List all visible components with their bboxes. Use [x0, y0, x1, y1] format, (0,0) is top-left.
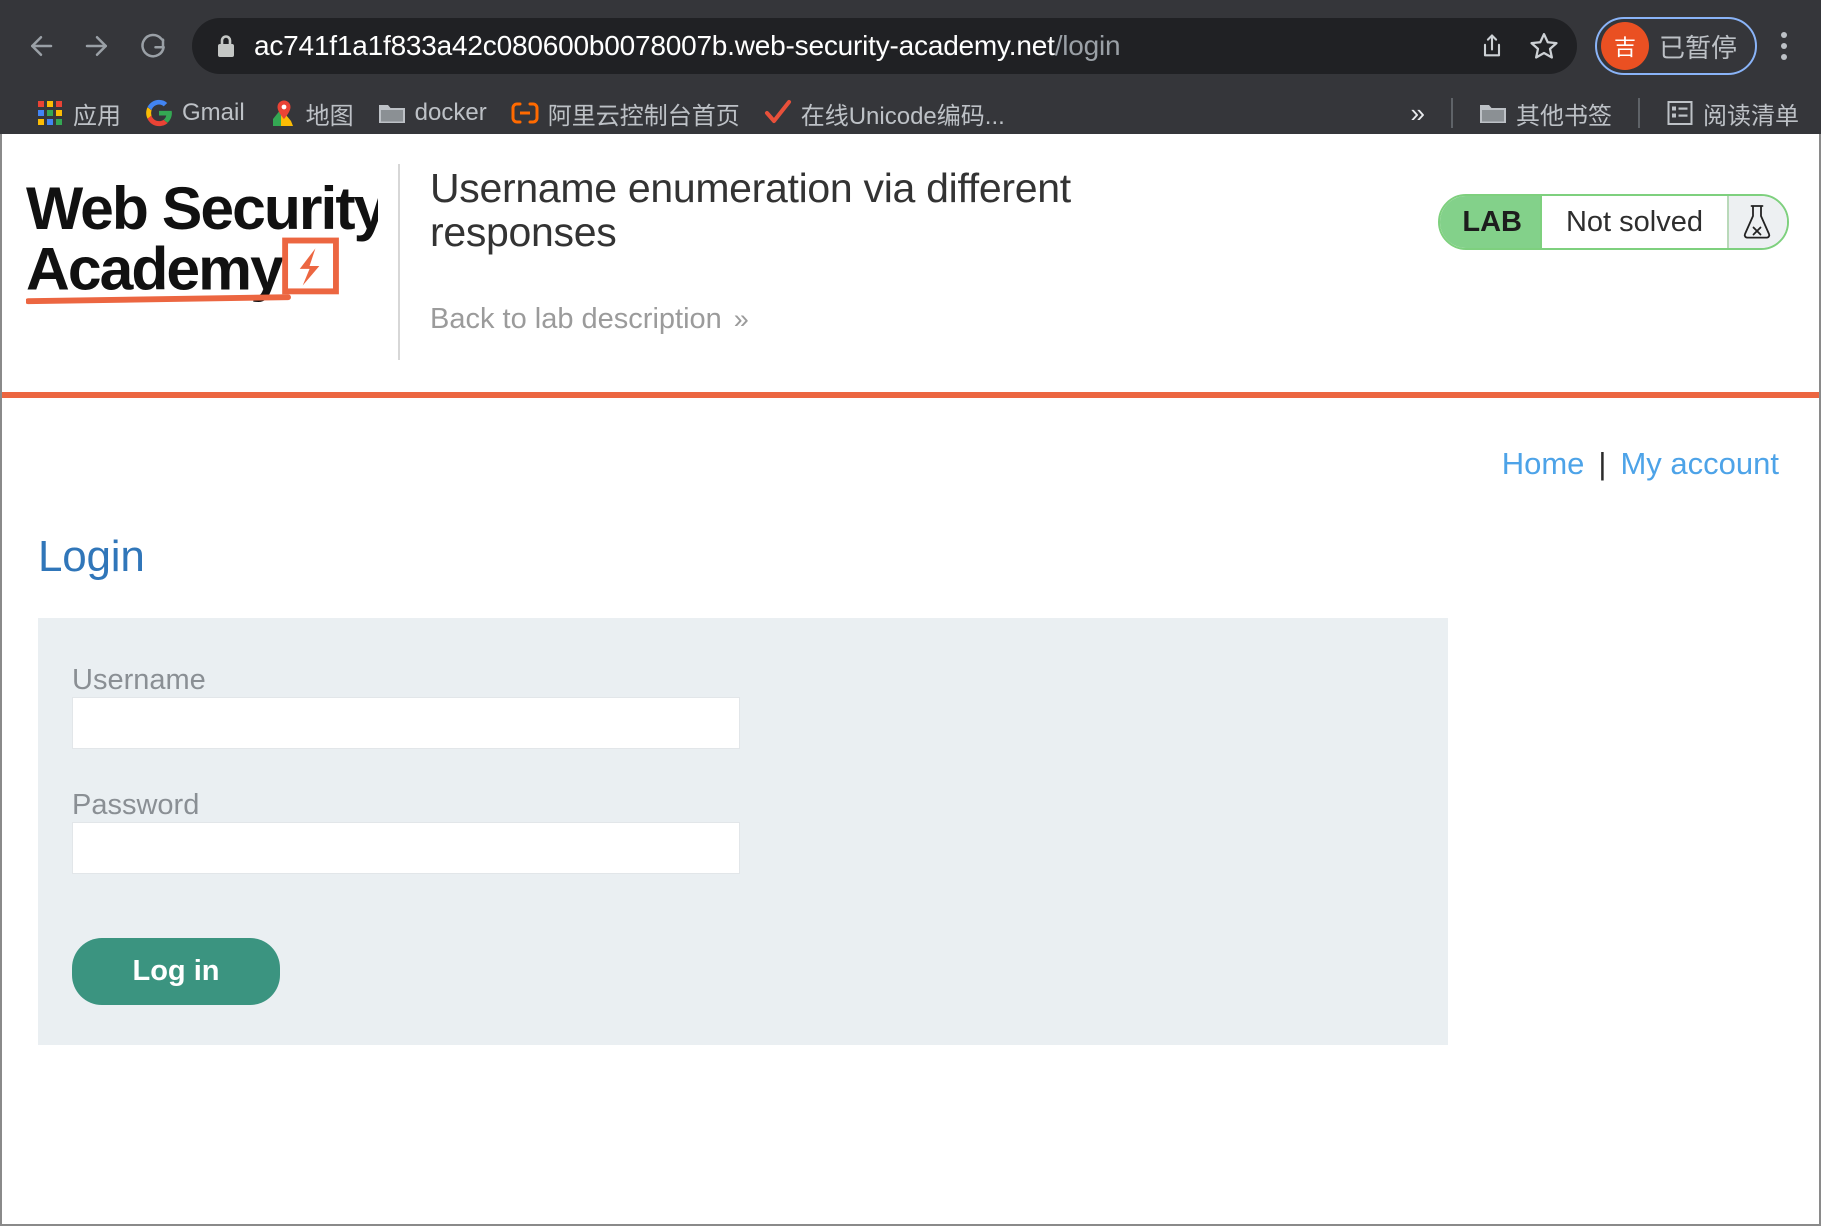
page-viewport: Web Security Academy Username enumeratio… [0, 134, 1821, 1226]
bookmark-label: 阿里云控制台首页 [548, 96, 740, 131]
logo-line-1: Web Security [26, 174, 378, 242]
account-nav: Home | My account [26, 398, 1795, 482]
lab-title-column: Username enumeration via different respo… [430, 160, 1438, 336]
flask-glyph [1741, 203, 1773, 241]
padlock-glyph [214, 32, 238, 60]
browser-toolbar: ac741f1a1f833a42c080600b0078007b.web-sec… [0, 0, 1821, 92]
forward-button[interactable] [74, 23, 120, 69]
navigation-buttons [18, 23, 176, 69]
share-icon[interactable] [1475, 29, 1509, 63]
bookmark-label: 在线Unicode编码... [801, 96, 1005, 131]
kebab-dot [1781, 54, 1787, 60]
flask-not-solved-icon [1727, 196, 1787, 248]
page-content: Home | My account Login Username Password … [2, 398, 1819, 1224]
gmail-icon [145, 99, 173, 127]
chrome-menu-button[interactable] [1765, 23, 1803, 69]
bookmark-label: 地图 [306, 96, 354, 131]
bookmark-label: 应用 [73, 96, 121, 131]
kebab-dot [1781, 43, 1787, 49]
status-badge-state: Not solved [1540, 196, 1727, 248]
bookmark-unicode[interactable]: 在线Unicode编码... [752, 92, 1017, 135]
chevron-right-icon: » [734, 304, 749, 335]
header-divider [398, 164, 400, 360]
web-security-academy-logo-glyph: Web Security Academy [26, 168, 378, 315]
reload-icon [138, 31, 168, 61]
username-field-group: Username [72, 664, 1448, 749]
bookmark-maps[interactable]: 地图 [257, 92, 366, 135]
gmail-glyph [145, 99, 173, 127]
lab-status-area: LAB Not solved [1438, 160, 1795, 250]
back-arrow-icon [26, 31, 56, 61]
other-bookmarks-button[interactable]: 其他书签 [1467, 92, 1624, 135]
profile-button[interactable]: 吉 已暂停 [1595, 17, 1757, 75]
page-title: Username enumeration via different respo… [430, 166, 1220, 255]
back-to-lab-description-link[interactable]: Back to lab description » [430, 303, 749, 336]
aliyun-icon [511, 99, 539, 127]
username-label: Username [72, 664, 206, 696]
nav-separator: | [1598, 446, 1606, 481]
back-button[interactable] [18, 23, 64, 69]
browser-window: ac741f1a1f833a42c080600b0078007b.web-sec… [0, 0, 1821, 1228]
url-host: ac741f1a1f833a42c080600b0078007b.web-sec… [254, 30, 1055, 61]
folder-icon [1479, 99, 1507, 127]
bookmarks-bar: 应用 Gmail 地图 [0, 92, 1821, 134]
reading-list-icon [1666, 99, 1694, 127]
profile-status-label: 已暂停 [1659, 28, 1737, 65]
my-account-link[interactable]: My account [1620, 446, 1779, 481]
address-bar[interactable]: ac741f1a1f833a42c080600b0078007b.web-sec… [192, 18, 1577, 74]
omnibox-actions [1475, 29, 1561, 63]
apps-grid-glyph [38, 101, 62, 125]
other-bookmarks-label: 其他书签 [1516, 96, 1612, 131]
checkmark-glyph [764, 99, 792, 127]
login-form: Username Password Log in [38, 618, 1448, 1045]
reload-button[interactable] [130, 23, 176, 69]
password-input[interactable] [72, 822, 740, 874]
checkmark-icon [764, 99, 792, 127]
bookmark-label: docker [415, 99, 487, 127]
status-badge-tag: LAB [1440, 196, 1540, 248]
folder-glyph [378, 101, 406, 125]
username-input[interactable] [72, 697, 740, 749]
site-logo[interactable]: Web Security Academy [26, 160, 386, 315]
back-to-lab-label: Back to lab description [430, 303, 722, 336]
bookmark-gmail[interactable]: Gmail [133, 95, 257, 131]
bookmarks-divider [1451, 98, 1453, 128]
site-header: Web Security Academy Username enumeratio… [2, 134, 1819, 374]
star-glyph [1529, 31, 1559, 61]
url-path: /login [1055, 30, 1121, 61]
bookmark-apps[interactable]: 应用 [24, 92, 133, 135]
reading-list-button[interactable]: 阅读清单 [1654, 92, 1811, 135]
aliyun-glyph [511, 99, 539, 127]
bookmark-docker[interactable]: docker [366, 95, 499, 131]
folder-icon [378, 99, 406, 127]
bookmarks-overflow-button[interactable]: » [1399, 98, 1437, 129]
login-submit-button[interactable]: Log in [72, 938, 280, 1005]
status-badge[interactable]: LAB Not solved [1438, 194, 1789, 250]
maps-pin-icon [269, 99, 297, 127]
lock-icon[interactable] [214, 32, 238, 60]
password-label: Password [72, 789, 199, 821]
password-field-group: Password [72, 789, 1448, 874]
url-text: ac741f1a1f833a42c080600b0078007b.web-sec… [254, 30, 1461, 62]
login-heading: Login [38, 532, 1795, 582]
bookmark-aliyun[interactable]: 阿里云控制台首页 [499, 92, 752, 135]
kebab-dot [1781, 32, 1787, 38]
reading-list-label: 阅读清单 [1703, 96, 1799, 131]
folder-glyph [1479, 101, 1507, 125]
logo-line-2: Academy [26, 234, 284, 302]
share-glyph [1478, 32, 1506, 60]
home-link[interactable]: Home [1502, 446, 1585, 481]
apps-grid-icon [36, 99, 64, 127]
avatar: 吉 [1601, 22, 1649, 70]
reading-list-glyph [1667, 100, 1693, 126]
bookmark-star-icon[interactable] [1527, 29, 1561, 63]
bookmark-label: Gmail [182, 99, 245, 127]
maps-pin-glyph [270, 99, 296, 127]
bookmarks-divider [1638, 98, 1640, 128]
forward-arrow-icon [82, 31, 112, 61]
